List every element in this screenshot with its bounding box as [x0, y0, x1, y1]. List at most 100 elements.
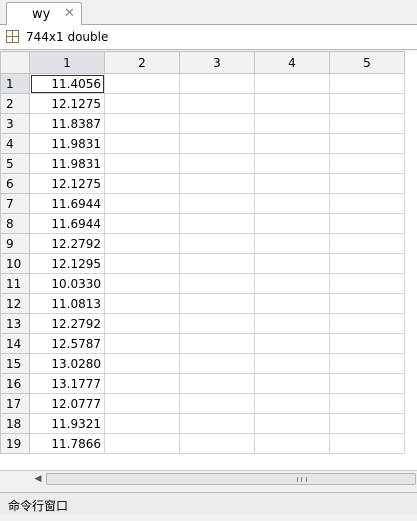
grid-cell[interactable]	[254, 153, 330, 174]
grid-cell[interactable]	[104, 173, 180, 194]
grid-cell[interactable]	[329, 373, 405, 394]
grid-cell[interactable]	[104, 413, 180, 434]
grid-cell[interactable]	[179, 73, 255, 94]
grid-cell[interactable]	[104, 373, 180, 394]
grid-cell[interactable]	[179, 93, 255, 114]
row-header[interactable]: 8	[0, 213, 30, 234]
grid-cell[interactable]	[254, 193, 330, 214]
row-header[interactable]: 10	[0, 253, 30, 274]
grid-cell[interactable]: 13.0280	[29, 353, 105, 374]
grid-cell[interactable]	[104, 153, 180, 174]
row-header[interactable]: 18	[0, 413, 30, 434]
grid-cell[interactable]	[179, 433, 255, 454]
grid-cell[interactable]	[179, 173, 255, 194]
grid-cell[interactable]	[329, 353, 405, 374]
row-header[interactable]: 7	[0, 193, 30, 214]
row-header[interactable]: 4	[0, 133, 30, 154]
row-header[interactable]: 19	[0, 433, 30, 454]
grid-cell[interactable]: 12.5787	[29, 333, 105, 354]
row-header[interactable]: 11	[0, 273, 30, 294]
grid-cell[interactable]	[329, 133, 405, 154]
grid-cell[interactable]	[179, 153, 255, 174]
row-header[interactable]: 12	[0, 293, 30, 314]
row-header[interactable]: 3	[0, 113, 30, 134]
grid-cell[interactable]: 11.7866	[29, 433, 105, 454]
grid-cell[interactable]	[104, 193, 180, 214]
grid-cell[interactable]	[329, 153, 405, 174]
grid-cell[interactable]	[179, 113, 255, 134]
grid-cell[interactable]	[179, 133, 255, 154]
row-header[interactable]: 6	[0, 173, 30, 194]
grid-cell[interactable]	[179, 353, 255, 374]
grid-cell[interactable]	[254, 233, 330, 254]
grid-cell[interactable]	[329, 253, 405, 274]
grid-cell[interactable]	[329, 393, 405, 414]
grid-cell[interactable]	[179, 213, 255, 234]
scrollbar-thumb[interactable]	[46, 473, 416, 485]
grid-cell[interactable]	[104, 393, 180, 414]
grid-cell[interactable]: 12.1275	[29, 173, 105, 194]
grid-cell[interactable]	[179, 253, 255, 274]
grid-cell[interactable]: 11.0813	[29, 293, 105, 314]
grid-cell[interactable]	[254, 253, 330, 274]
grid-cell[interactable]	[179, 293, 255, 314]
grid-cell[interactable]: 12.1275	[29, 93, 105, 114]
grid-cell[interactable]	[329, 333, 405, 354]
row-header[interactable]: 2	[0, 93, 30, 114]
grid-cell[interactable]	[104, 273, 180, 294]
row-header[interactable]: 16	[0, 373, 30, 394]
grid-cell[interactable]: 11.4056	[29, 73, 105, 94]
row-header[interactable]: 15	[0, 353, 30, 374]
grid-cell[interactable]	[329, 433, 405, 454]
row-header[interactable]: 13	[0, 313, 30, 334]
grid-cell[interactable]	[104, 433, 180, 454]
tab-variable-wy[interactable]: wy ✕	[6, 2, 82, 26]
grid-cell[interactable]	[329, 113, 405, 134]
grid-cell[interactable]	[179, 393, 255, 414]
column-header-1[interactable]: 1	[29, 51, 105, 74]
grid-cell[interactable]	[254, 213, 330, 234]
grid-cell[interactable]	[104, 133, 180, 154]
grid-cell[interactable]	[329, 413, 405, 434]
grid-cell[interactable]	[179, 273, 255, 294]
grid-cell[interactable]	[104, 93, 180, 114]
grid-cell[interactable]	[179, 193, 255, 214]
grid-cell[interactable]	[329, 213, 405, 234]
grid-cell[interactable]	[104, 313, 180, 334]
grid-cell[interactable]	[254, 353, 330, 374]
grid-cell[interactable]	[104, 233, 180, 254]
grid-cell[interactable]	[329, 233, 405, 254]
row-header[interactable]: 1	[0, 73, 30, 94]
grid-cell[interactable]: 10.0330	[29, 273, 105, 294]
row-header[interactable]: 14	[0, 333, 30, 354]
grid-cell[interactable]: 13.1777	[29, 373, 105, 394]
grid-cell[interactable]	[254, 133, 330, 154]
scroll-left-arrow-icon[interactable]: ◀	[30, 471, 46, 487]
grid-cell[interactable]	[254, 293, 330, 314]
grid-cell[interactable]	[329, 73, 405, 94]
grid-cell[interactable]	[179, 313, 255, 334]
row-header[interactable]: 9	[0, 233, 30, 254]
grid-cell[interactable]	[254, 173, 330, 194]
grid-cell[interactable]	[254, 73, 330, 94]
grid-cell[interactable]: 11.9831	[29, 153, 105, 174]
horizontal-scrollbar[interactable]: ◀	[0, 470, 417, 487]
grid-cell[interactable]	[329, 173, 405, 194]
grid-cell[interactable]	[104, 73, 180, 94]
grid-cell[interactable]	[254, 93, 330, 114]
grid-cell[interactable]	[179, 373, 255, 394]
grid-cell[interactable]: 12.2792	[29, 233, 105, 254]
grid-cell[interactable]	[104, 353, 180, 374]
row-header[interactable]: 17	[0, 393, 30, 414]
grid-cell[interactable]	[104, 213, 180, 234]
grid-cell[interactable]	[254, 333, 330, 354]
grid-cell[interactable]	[104, 293, 180, 314]
column-header-4[interactable]: 4	[254, 51, 330, 74]
grid-cell[interactable]: 12.1295	[29, 253, 105, 274]
grid-cell[interactable]	[104, 113, 180, 134]
close-icon[interactable]: ✕	[64, 6, 75, 21]
grid-cell[interactable]	[254, 273, 330, 294]
grid-cell[interactable]	[329, 313, 405, 334]
grid-cell[interactable]	[329, 293, 405, 314]
grid-cell[interactable]	[104, 253, 180, 274]
